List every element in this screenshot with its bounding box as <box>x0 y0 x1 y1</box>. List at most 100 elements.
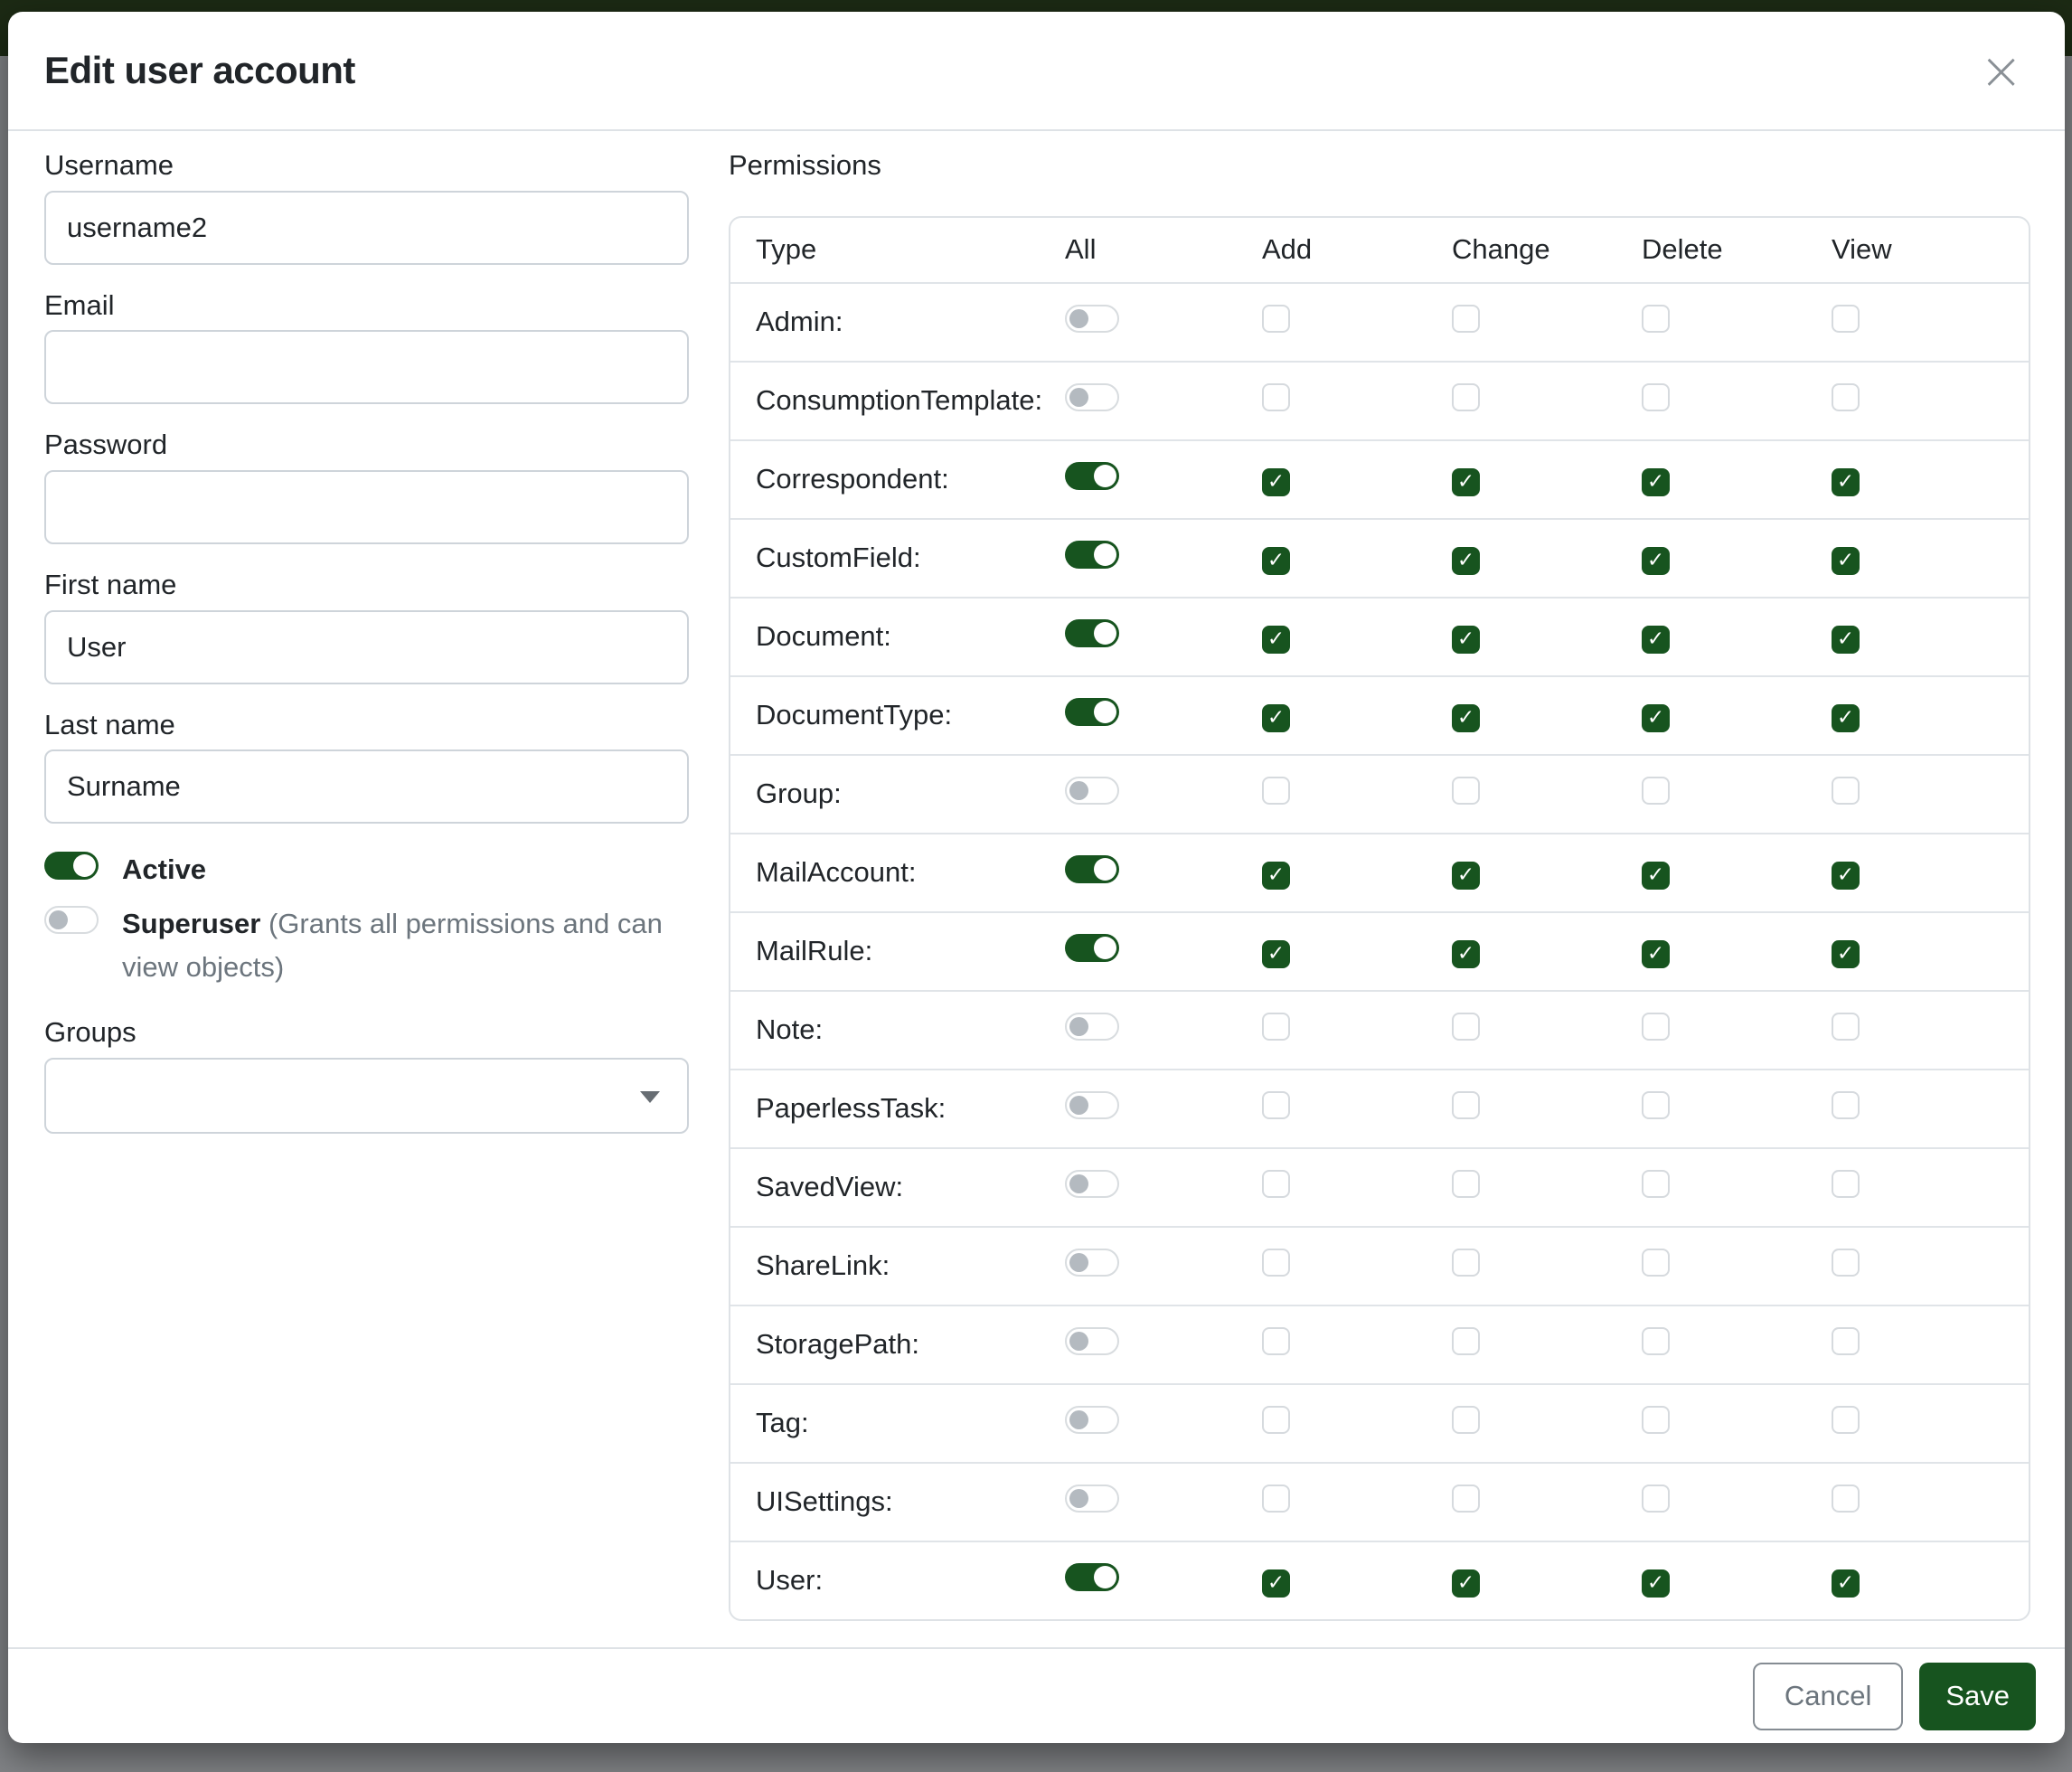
permission-add-checkbox[interactable] <box>1262 1327 1290 1355</box>
permission-change-checkbox[interactable]: ✓ <box>1452 1569 1480 1598</box>
permission-view-checkbox[interactable] <box>1832 1170 1860 1198</box>
permission-add-checkbox[interactable] <box>1262 1170 1290 1198</box>
save-button[interactable]: Save <box>1919 1663 2036 1730</box>
permission-add-checkbox[interactable] <box>1262 1485 1290 1513</box>
permission-change-checkbox[interactable] <box>1452 1327 1480 1355</box>
permission-all-toggle[interactable] <box>1065 698 1119 726</box>
permission-delete-checkbox[interactable]: ✓ <box>1642 547 1670 575</box>
last-name-input[interactable] <box>44 749 689 824</box>
permission-all-toggle[interactable] <box>1065 1013 1119 1041</box>
permission-all-toggle[interactable] <box>1065 1485 1119 1513</box>
column-header-delete: Delete <box>1633 233 1822 266</box>
permission-view-checkbox[interactable] <box>1832 777 1860 805</box>
permission-change-checkbox[interactable]: ✓ <box>1452 468 1480 496</box>
permission-add-checkbox[interactable] <box>1262 1249 1290 1277</box>
permission-add-checkbox[interactable] <box>1262 383 1290 411</box>
permission-delete-checkbox[interactable]: ✓ <box>1642 626 1670 654</box>
permission-delete-checkbox[interactable]: ✓ <box>1642 862 1670 890</box>
permission-all-toggle[interactable] <box>1065 383 1119 411</box>
permission-change-checkbox[interactable]: ✓ <box>1452 940 1480 968</box>
permission-change-checkbox[interactable] <box>1452 383 1480 411</box>
permission-view-checkbox[interactable]: ✓ <box>1832 547 1860 575</box>
permission-change-checkbox[interactable]: ✓ <box>1452 704 1480 732</box>
permission-view-checkbox[interactable] <box>1832 383 1860 411</box>
permission-add-checkbox[interactable] <box>1262 305 1290 333</box>
permission-change-checkbox[interactable] <box>1452 1170 1480 1198</box>
permission-delete-checkbox[interactable] <box>1642 777 1670 805</box>
permission-view-checkbox[interactable]: ✓ <box>1832 626 1860 654</box>
first-name-input[interactable] <box>44 610 689 684</box>
permission-delete-checkbox[interactable] <box>1642 1249 1670 1277</box>
permission-view-checkbox[interactable]: ✓ <box>1832 862 1860 890</box>
permission-delete-checkbox[interactable] <box>1642 1327 1670 1355</box>
permission-all-toggle[interactable] <box>1065 619 1119 647</box>
permission-delete-checkbox[interactable] <box>1642 1485 1670 1513</box>
permission-add-checkbox[interactable] <box>1262 1013 1290 1041</box>
permission-change-checkbox[interactable] <box>1452 1013 1480 1041</box>
permission-all-toggle[interactable] <box>1065 1327 1119 1355</box>
permission-all-toggle[interactable] <box>1065 855 1119 883</box>
permission-change-checkbox[interactable] <box>1452 777 1480 805</box>
permission-view-checkbox[interactable] <box>1832 305 1860 333</box>
permission-add-checkbox[interactable]: ✓ <box>1262 1569 1290 1598</box>
permission-view-checkbox[interactable]: ✓ <box>1832 940 1860 968</box>
permission-delete-checkbox[interactable]: ✓ <box>1642 468 1670 496</box>
active-switch-row: Active <box>44 848 689 891</box>
groups-select[interactable] <box>44 1058 689 1134</box>
permission-view-checkbox[interactable]: ✓ <box>1832 704 1860 732</box>
password-input[interactable] <box>44 470 689 544</box>
permission-all-toggle[interactable] <box>1065 541 1119 569</box>
permission-add-checkbox[interactable] <box>1262 1091 1290 1119</box>
superuser-toggle[interactable] <box>44 906 99 934</box>
email-input[interactable] <box>44 330 689 404</box>
permission-add-checkbox[interactable]: ✓ <box>1262 862 1290 890</box>
permission-add-checkbox[interactable]: ✓ <box>1262 468 1290 496</box>
permission-all-toggle[interactable] <box>1065 777 1119 805</box>
username-input[interactable] <box>44 191 689 265</box>
permission-view-checkbox[interactable] <box>1832 1327 1860 1355</box>
permission-delete-checkbox[interactable] <box>1642 1013 1670 1041</box>
permission-add-checkbox[interactable]: ✓ <box>1262 547 1290 575</box>
permission-delete-checkbox[interactable] <box>1642 305 1670 333</box>
permission-view-checkbox[interactable]: ✓ <box>1832 468 1860 496</box>
permission-add-checkbox[interactable]: ✓ <box>1262 704 1290 732</box>
permission-change-checkbox[interactable] <box>1452 1091 1480 1119</box>
permission-all-toggle[interactable] <box>1065 1091 1119 1119</box>
permission-delete-checkbox[interactable]: ✓ <box>1642 704 1670 732</box>
permission-add-checkbox[interactable]: ✓ <box>1262 940 1290 968</box>
permission-change-checkbox[interactable] <box>1452 1485 1480 1513</box>
permission-change-checkbox[interactable]: ✓ <box>1452 626 1480 654</box>
permission-all-toggle[interactable] <box>1065 1563 1119 1591</box>
permission-change-checkbox[interactable] <box>1452 1249 1480 1277</box>
permission-view-checkbox[interactable] <box>1832 1091 1860 1119</box>
permission-all-toggle[interactable] <box>1065 305 1119 333</box>
permission-change-checkbox[interactable]: ✓ <box>1452 862 1480 890</box>
modal-title: Edit user account <box>44 49 355 92</box>
permission-change-checkbox[interactable]: ✓ <box>1452 547 1480 575</box>
permission-view-checkbox[interactable] <box>1832 1013 1860 1041</box>
permission-add-checkbox[interactable] <box>1262 1406 1290 1434</box>
permission-change-checkbox[interactable] <box>1452 305 1480 333</box>
permission-add-checkbox[interactable]: ✓ <box>1262 626 1290 654</box>
toggle-knob <box>1094 1566 1116 1588</box>
permission-view-checkbox[interactable] <box>1832 1485 1860 1513</box>
permission-view-checkbox[interactable] <box>1832 1406 1860 1434</box>
permission-view-checkbox[interactable]: ✓ <box>1832 1569 1860 1598</box>
permission-all-toggle[interactable] <box>1065 462 1119 490</box>
permission-all-toggle[interactable] <box>1065 1249 1119 1277</box>
permission-delete-checkbox[interactable]: ✓ <box>1642 1569 1670 1598</box>
permission-delete-checkbox[interactable] <box>1642 383 1670 411</box>
permission-all-toggle[interactable] <box>1065 1406 1119 1434</box>
close-button[interactable]: × <box>1970 41 2032 100</box>
permission-all-toggle[interactable] <box>1065 1170 1119 1198</box>
permission-view-checkbox[interactable] <box>1832 1249 1860 1277</box>
permission-change-checkbox[interactable] <box>1452 1406 1480 1434</box>
permission-delete-checkbox[interactable] <box>1642 1170 1670 1198</box>
cancel-button[interactable]: Cancel <box>1753 1663 1904 1730</box>
active-toggle[interactable] <box>44 852 99 880</box>
permission-delete-checkbox[interactable]: ✓ <box>1642 940 1670 968</box>
permission-all-toggle[interactable] <box>1065 934 1119 962</box>
permission-add-checkbox[interactable] <box>1262 777 1290 805</box>
permission-delete-checkbox[interactable] <box>1642 1091 1670 1119</box>
permission-delete-checkbox[interactable] <box>1642 1406 1670 1434</box>
